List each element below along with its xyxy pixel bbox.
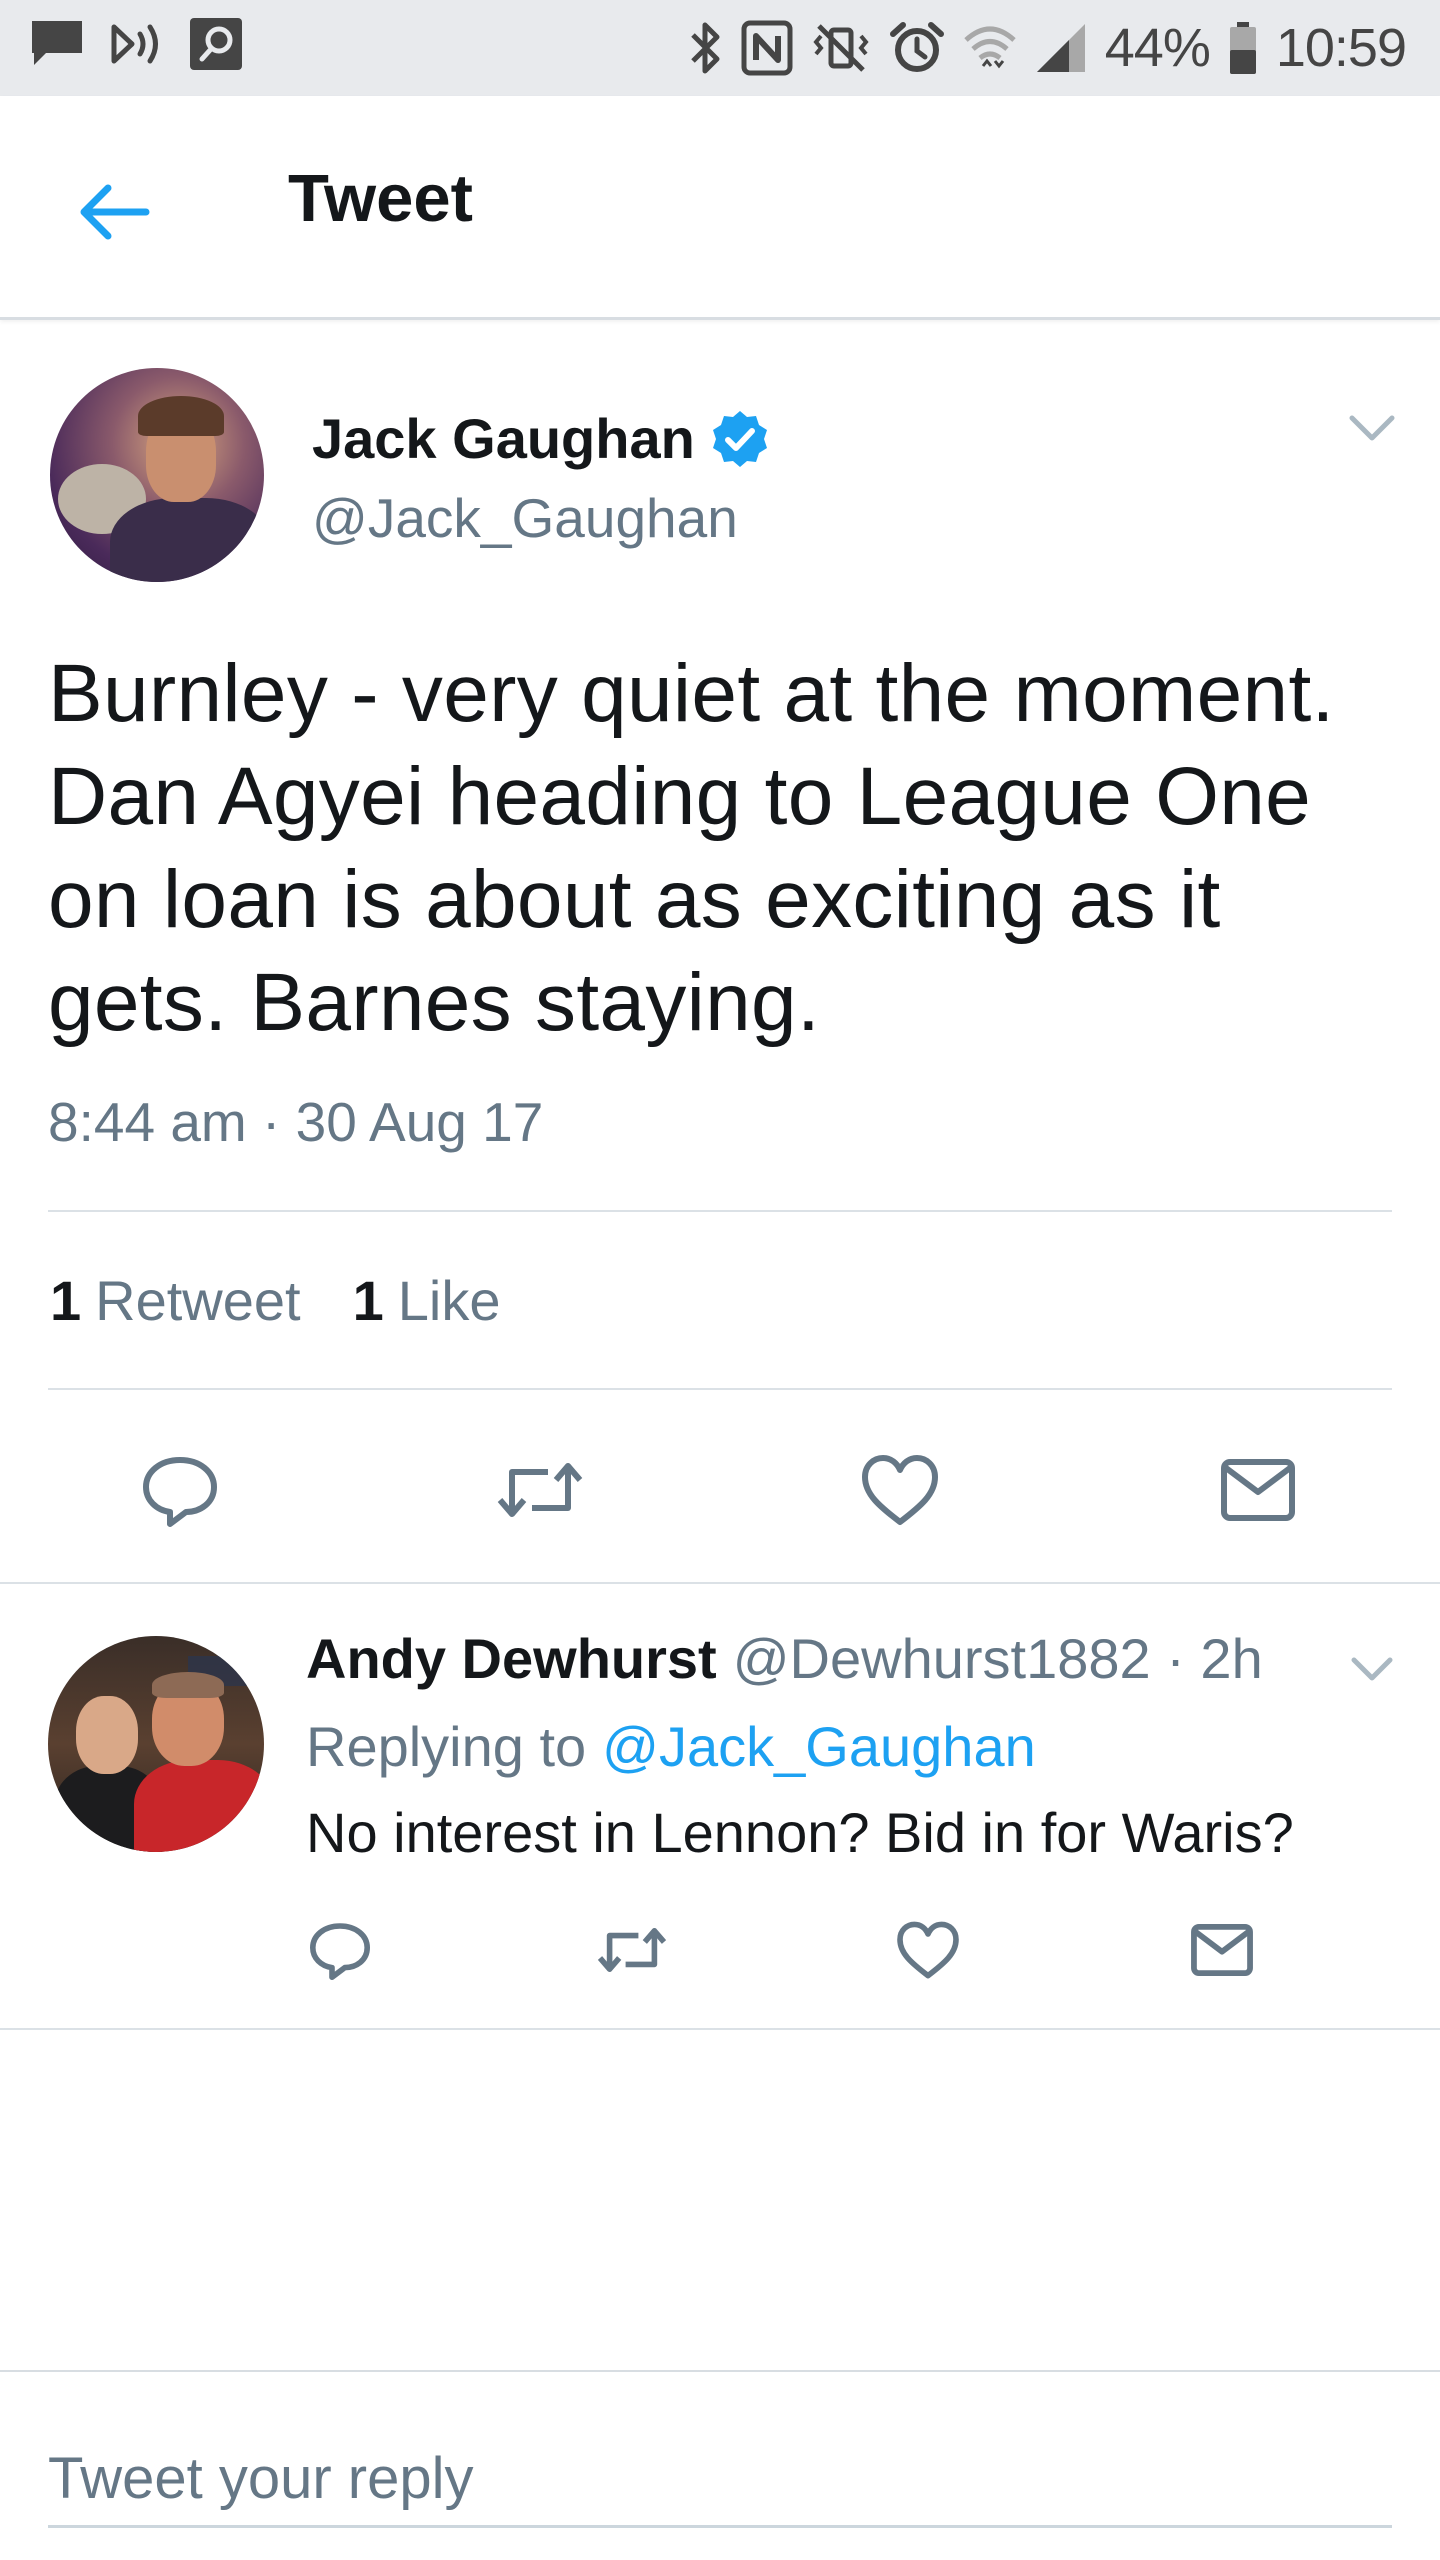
vibrate-mute-icon bbox=[813, 24, 869, 72]
author-name-row[interactable]: Jack Gaughan bbox=[312, 406, 771, 471]
replying-to-label: Replying to bbox=[306, 1715, 587, 1778]
reply-time-ago: · 2h bbox=[1166, 1627, 1263, 1690]
chat-notification-icon bbox=[32, 21, 82, 65]
section-divider bbox=[0, 2028, 1440, 2030]
avatar-photo-detail bbox=[76, 1696, 138, 1774]
retweet-icon bbox=[597, 1928, 667, 1972]
replying-to-mention-link[interactable]: @Jack_Gaughan bbox=[602, 1715, 1036, 1778]
alarm-icon bbox=[889, 22, 944, 72]
tweet-options-chevron-down-icon[interactable] bbox=[1344, 400, 1400, 456]
back-arrow-icon bbox=[80, 184, 150, 240]
signal-icon bbox=[1036, 24, 1085, 72]
avatar-photo-detail bbox=[152, 1672, 224, 1698]
like-button[interactable] bbox=[850, 1440, 950, 1540]
author-name[interactable]: Jack Gaughan bbox=[312, 406, 695, 471]
retweet-button[interactable] bbox=[490, 1440, 590, 1540]
bluetooth-icon bbox=[690, 22, 720, 74]
reply-options-chevron-down-icon[interactable] bbox=[1344, 1640, 1400, 1696]
like-icon bbox=[897, 1921, 959, 1979]
status-time: 10:59 bbox=[1275, 18, 1407, 78]
direct-message-icon bbox=[1221, 1459, 1295, 1521]
divider bbox=[48, 1210, 1392, 1212]
tweet-stats: 1 Retweet 1 Like bbox=[50, 1268, 500, 1333]
author-handle[interactable]: @Jack_Gaughan bbox=[312, 486, 738, 550]
avatar-photo-detail bbox=[138, 396, 224, 436]
avatar-photo-detail bbox=[110, 498, 264, 582]
direct-message-button[interactable] bbox=[1208, 1440, 1308, 1540]
battery-icon bbox=[1229, 22, 1256, 74]
retweet-icon bbox=[497, 1463, 583, 1517]
wifi-icon bbox=[964, 26, 1016, 69]
reply-direct-message-button[interactable] bbox=[1182, 1910, 1262, 1990]
reply-like-button[interactable] bbox=[888, 1910, 968, 1990]
tweet-reply-input[interactable] bbox=[48, 2432, 1392, 2528]
battery-percentage: 44% bbox=[1104, 18, 1211, 78]
reply-icon bbox=[143, 1457, 217, 1527]
back-button[interactable] bbox=[64, 162, 164, 262]
reply-text: No interest in Lennon? Bid in for Waris? bbox=[306, 1801, 1294, 1864]
reply-header: Andy Dewhurst @Dewhurst1882 · 2h bbox=[306, 1626, 1263, 1691]
app-bar: Tweet bbox=[0, 96, 1440, 320]
like-stat-label: Like bbox=[397, 1269, 501, 1332]
section-divider bbox=[0, 1582, 1440, 1584]
reply-author-handle[interactable]: @Dewhurst1882 bbox=[733, 1627, 1151, 1690]
reply-icon bbox=[310, 1923, 370, 1980]
reply-author-name[interactable]: Andy Dewhurst bbox=[306, 1627, 717, 1690]
reply-author-avatar[interactable] bbox=[48, 1636, 264, 1852]
retweet-stat[interactable]: 1 Retweet bbox=[50, 1268, 301, 1333]
direct-message-icon bbox=[1191, 1924, 1253, 1976]
tweet-timestamp: 8:44 am · 30 Aug 17 bbox=[48, 1091, 544, 1153]
like-icon bbox=[862, 1455, 938, 1525]
reply-reply-button[interactable] bbox=[300, 1910, 380, 1990]
verified-badge-icon bbox=[712, 410, 767, 467]
author-avatar[interactable] bbox=[50, 368, 264, 582]
retweet-stat-label: Retweet bbox=[95, 1269, 301, 1332]
like-count: 1 bbox=[352, 1269, 384, 1332]
composer-divider bbox=[0, 2370, 1440, 2372]
search-notification-icon bbox=[190, 18, 242, 70]
like-stat[interactable]: 1 Like bbox=[353, 1268, 501, 1333]
status-bar: 44% 10:59 bbox=[0, 0, 1440, 96]
tweet-text: Burnley - very quiet at the moment. Dan … bbox=[48, 648, 1335, 1048]
reply-button[interactable] bbox=[130, 1440, 230, 1540]
sound-wave-icon bbox=[111, 24, 158, 64]
divider bbox=[48, 1388, 1392, 1390]
retweet-count: 1 bbox=[50, 1269, 82, 1332]
page-title: Tweet bbox=[288, 161, 473, 236]
nfc-icon bbox=[741, 20, 793, 76]
avatar-photo-detail bbox=[134, 1760, 264, 1852]
reply-retweet-button[interactable] bbox=[592, 1910, 672, 1990]
replying-to-line: Replying to @Jack_Gaughan bbox=[306, 1714, 1036, 1779]
